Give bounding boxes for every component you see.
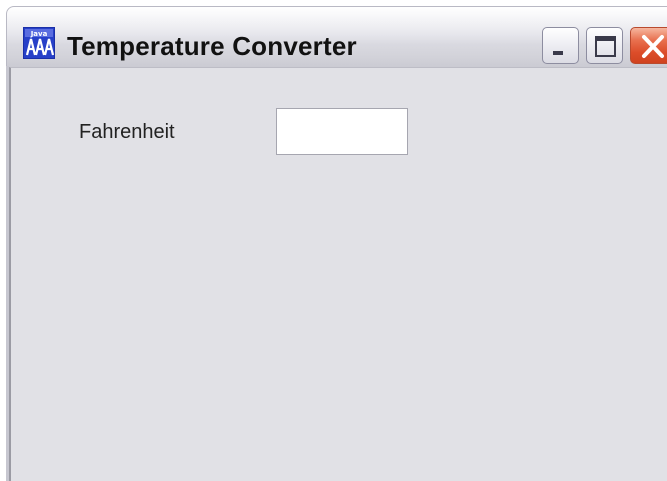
svg-text:Java: Java	[30, 30, 48, 38]
app-window: Java Temperature Converter Fahrenheit	[0, 0, 667, 481]
window-title: Temperature Converter	[67, 31, 357, 61]
minimize-button[interactable]	[542, 27, 579, 64]
minimize-icon	[553, 51, 563, 55]
close-button[interactable]	[630, 27, 667, 64]
fahrenheit-label: Fahrenheit	[79, 121, 175, 143]
maximize-icon	[595, 36, 616, 57]
fahrenheit-input[interactable]	[276, 108, 408, 155]
java-app-icon[interactable]: Java	[23, 27, 55, 59]
close-icon	[642, 35, 664, 58]
title-bar[interactable]: Java Temperature Converter	[6, 6, 667, 68]
maximize-button[interactable]	[586, 27, 623, 64]
